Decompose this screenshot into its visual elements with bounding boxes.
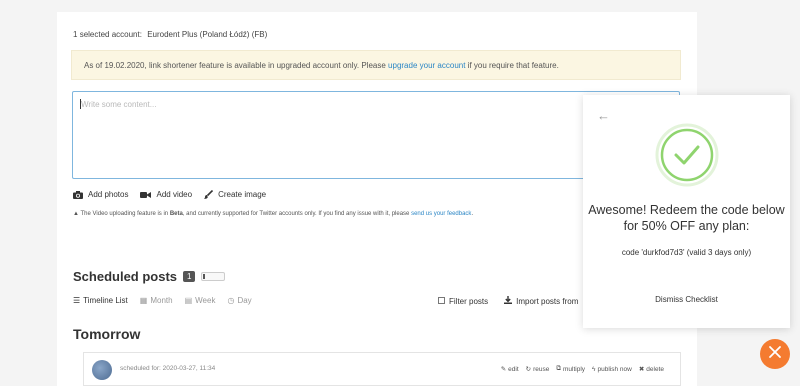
discount-code-text: code 'durkfod7d3' (valid 3 days only) — [621, 248, 752, 257]
schedule-actions: Filter posts Import posts from — [438, 296, 578, 306]
view-month[interactable]: ▦ Month — [140, 296, 173, 305]
view-week-label: Week — [195, 296, 216, 305]
publish-now-label: publish now — [597, 365, 632, 373]
add-photos-button[interactable]: Add photos — [73, 190, 128, 199]
close-checklist-button[interactable] — [760, 339, 790, 369]
view-day-label: Day — [237, 296, 252, 305]
scheduled-posts-title: Scheduled posts — [73, 269, 178, 284]
scheduled-count-badge: 1 — [183, 271, 196, 282]
download-icon — [504, 296, 513, 306]
paintbrush-icon — [204, 190, 214, 199]
multiply-label: multiply — [563, 365, 586, 373]
add-video-label: Add video — [156, 190, 193, 199]
upgrade-account-link[interactable]: upgrade your account — [388, 61, 465, 70]
close-icon — [768, 345, 782, 364]
copy-icon: ⧉ — [556, 365, 561, 372]
view-timeline-label: Timeline List — [83, 296, 128, 305]
dismiss-checklist-button[interactable]: Dismiss Checklist — [583, 295, 790, 304]
selected-account-line: 1 selected account: Eurodent Plus (Polan… — [73, 30, 267, 39]
editor-placeholder: Write some content... — [81, 100, 157, 109]
add-photos-label: Add photos — [88, 190, 129, 199]
camera-icon — [73, 190, 83, 199]
view-day[interactable]: ◷ Day — [227, 296, 251, 305]
import-posts-button[interactable]: Import posts from — [504, 296, 578, 306]
refresh-icon: ↻ — [525, 366, 532, 373]
checkbox-icon — [438, 296, 445, 306]
create-image-label: Create image — [218, 190, 267, 199]
day-heading: Tomorrow — [73, 326, 141, 342]
beta-label: Beta — [169, 211, 183, 217]
warning-text: The Video uploading feature is in — [80, 211, 170, 217]
edit-post-button[interactable]: ✎ edit — [500, 365, 519, 374]
send-feedback-link[interactable]: send us your feedback — [411, 211, 471, 217]
warning-text-end: . — [471, 211, 474, 217]
calendar-icon: ▦ — [139, 296, 148, 305]
media-toolbar: Add photos Add video Create image — [73, 190, 266, 199]
scheduled-toggle[interactable] — [201, 272, 226, 281]
view-month-label: Month — [150, 296, 173, 305]
avatar — [92, 360, 112, 380]
account-count: 1 — [73, 30, 78, 39]
publish-now-button[interactable]: ϟ publish now — [592, 365, 632, 373]
edit-label: edit — [508, 365, 519, 373]
notice-text-after: if you require that feature. — [465, 61, 559, 70]
view-timeline-list[interactable]: ☰ Timeline List — [73, 296, 128, 305]
arrow-left-icon[interactable]: ← — [597, 109, 610, 122]
close-icon: ✖ — [638, 366, 645, 373]
reuse-label: reuse — [533, 365, 550, 373]
warning-text-middle: , and currently supported for Twitter ac… — [182, 211, 412, 217]
add-video-button[interactable]: Add video — [140, 190, 192, 199]
bolt-icon: ϟ — [592, 365, 596, 373]
account-name: Eurodent Plus (Poland Łódź) (FB) — [147, 30, 268, 39]
pencil-icon: ✎ — [500, 366, 507, 373]
delete-label: delete — [646, 365, 664, 373]
scheduled-posts-header: Scheduled posts 1 — [73, 269, 226, 284]
filter-posts-button[interactable]: Filter posts — [438, 296, 488, 306]
list-icon: ☰ — [73, 296, 81, 305]
notice-text: As of 19.02.2020, link shortener feature… — [84, 61, 389, 70]
clock-icon: ◷ — [227, 296, 235, 305]
checklist-popup: ← Awesome! Redeem the code below for 50%… — [583, 95, 790, 328]
link-shortener-notice: As of 19.02.2020, link shortener feature… — [71, 50, 681, 80]
scheduled-post-row: scheduled for: 2020-03-27, 11:34 ✎ edit ↻… — [83, 352, 681, 386]
table-icon: ▤ — [184, 296, 193, 305]
warning-icon: ▲ — [73, 211, 79, 217]
success-check-icon — [655, 123, 719, 192]
video-camera-icon — [140, 191, 152, 199]
reuse-post-button[interactable]: ↻ reuse — [525, 365, 550, 374]
delete-post-button[interactable]: ✖ delete — [638, 365, 664, 374]
create-image-button[interactable]: Create image — [204, 190, 266, 199]
video-beta-warning: ▲ The Video uploading feature is in Beta… — [73, 211, 473, 217]
post-scheduled-time: scheduled for: 2020-03-27, 11:34 — [120, 365, 216, 372]
popup-headline: Awesome! Redeem the code below for 50% O… — [588, 203, 785, 233]
post-actions: ✎ edit ↻ reuse ⧉ multiply ϟ publish now ✖ del… — [501, 365, 664, 373]
view-week[interactable]: ▤ Week — [185, 296, 216, 305]
account-label: selected account: — [79, 30, 142, 39]
view-switcher: ☰ Timeline List ▦ Month ▤ Week ◷ Day — [73, 296, 252, 305]
multiply-post-button[interactable]: ⧉ multiply — [556, 365, 585, 373]
filter-posts-label: Filter posts — [449, 296, 489, 306]
import-posts-label: Import posts from — [516, 296, 579, 306]
